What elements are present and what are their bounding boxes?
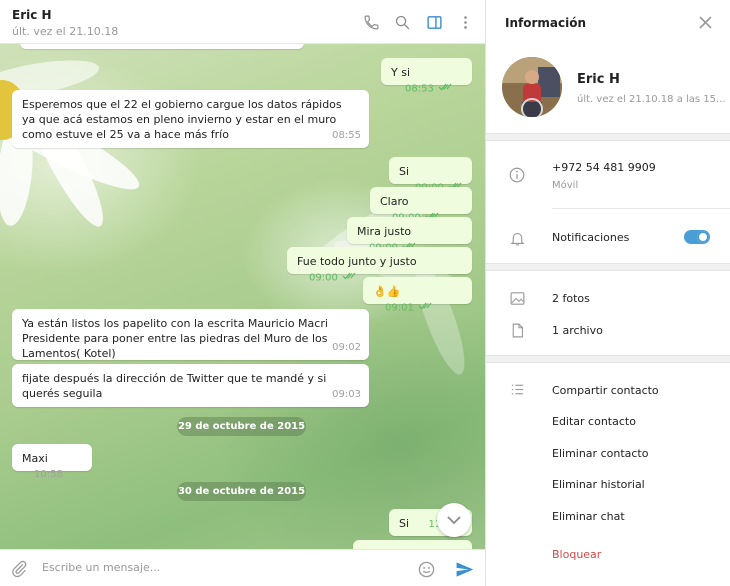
- message-text: Fue todo junto y justo: [297, 255, 417, 268]
- profile-name: Eric H: [577, 72, 620, 87]
- date-separator: 30 de octubre de 2015: [177, 482, 306, 501]
- message-text: Y si: [391, 66, 411, 79]
- phone-icon[interactable]: [361, 12, 381, 32]
- message-text: Claro: [380, 195, 409, 208]
- notifications-toggle[interactable]: [684, 230, 710, 244]
- message-time: 09:01: [385, 300, 432, 316]
- date-separator: 29 de octubre de 2015: [177, 417, 306, 436]
- message-text: Esperemos que el 22 el gobierno cargue l…: [22, 98, 342, 141]
- message-text: fijate después la dirección de Twitter q…: [22, 372, 327, 400]
- chat-panel: Eric H últ. vez el 21.10.18 Y si 08:53 E…: [0, 0, 485, 586]
- edit-contact-button[interactable]: Editar contacto: [552, 415, 636, 428]
- message-bubble-partial[interactable]: [20, 44, 304, 49]
- message-outgoing[interactable]: Si 09:00: [389, 157, 472, 193]
- message-incoming[interactable]: Esperemos que el 22 el gobierno cargue l…: [12, 90, 369, 148]
- more-options-icon[interactable]: [455, 12, 475, 32]
- message-outgoing-partial[interactable]: [353, 540, 472, 549]
- profile-status: últ. vez el 21.10.18 a las 15...: [577, 94, 725, 105]
- scroll-down-button[interactable]: [437, 503, 471, 537]
- message-input[interactable]: Escribe un mensaje...: [42, 561, 160, 574]
- emoji-icon[interactable]: [416, 559, 436, 579]
- toggle-knob: [697, 231, 709, 243]
- shared-files[interactable]: 1 archivo: [552, 324, 603, 337]
- message-time: 08:53: [405, 81, 452, 97]
- message-outgoing[interactable]: Fue todo junto y justo 09:00: [287, 247, 472, 283]
- double-check-icon: [438, 81, 452, 96]
- chat-contact-status: últ. vez el 21.10.18: [12, 25, 119, 38]
- section-divider: [486, 263, 730, 271]
- section-divider: [486, 355, 730, 363]
- info-panel-title: Información: [505, 16, 587, 30]
- message-incoming[interactable]: Ya están listos los papelito con la escr…: [12, 309, 369, 360]
- photo-icon: [507, 288, 527, 308]
- shared-photos[interactable]: 2 fotos: [552, 292, 590, 305]
- message-text: Maxi: [22, 452, 48, 465]
- file-icon: [507, 320, 527, 340]
- message-time-text: 09:00: [309, 272, 338, 283]
- message-time-text: 09:01: [385, 302, 414, 313]
- double-check-icon: [342, 270, 356, 285]
- clear-history-button[interactable]: Eliminar historial: [552, 478, 645, 491]
- message-time: 09:02: [332, 342, 361, 353]
- message-text: Ya están listos los papelito con la escr…: [22, 317, 328, 360]
- message-outgoing[interactable]: Mira justo 09:00: [347, 217, 472, 253]
- send-icon[interactable]: [454, 559, 474, 579]
- search-icon[interactable]: [392, 12, 412, 32]
- message-time: 09:00: [309, 270, 356, 286]
- message-time-text: 08:53: [405, 83, 434, 94]
- info-icon: [507, 165, 527, 185]
- bell-icon: [507, 228, 527, 248]
- message-text: Si: [399, 165, 410, 178]
- notifications-label: Notificaciones: [552, 231, 630, 244]
- message-text: Si: [399, 517, 410, 530]
- share-contact-button[interactable]: Compartir contacto: [552, 384, 659, 397]
- chat-wallpaper: Y si 08:53 Esperemos que el 22 el gobier…: [0, 44, 485, 549]
- chat-header: Eric H últ. vez el 21.10.18: [0, 0, 485, 44]
- delete-chat-button[interactable]: Eliminar chat: [552, 510, 625, 523]
- message-outgoing[interactable]: Claro 09:00: [370, 187, 472, 223]
- message-composer: Escribe un mensaje...: [0, 549, 485, 586]
- section-divider: [486, 133, 730, 141]
- phone-number[interactable]: +972 54 481 9909: [552, 161, 656, 174]
- double-check-icon: [418, 300, 432, 315]
- close-icon[interactable]: [696, 13, 714, 31]
- list-icon: [507, 379, 527, 399]
- message-incoming[interactable]: fijate después la dirección de Twitter q…: [12, 364, 369, 407]
- contact-info-panel: Información Eric H últ. vez el 21.10.18 …: [485, 0, 730, 586]
- message-emoji: 👌👍: [373, 285, 401, 298]
- message-text: Mira justo: [357, 225, 412, 238]
- message-time: 08:55: [332, 130, 361, 141]
- message-outgoing[interactable]: Y si 08:53: [381, 58, 472, 94]
- message-time: 10:58: [34, 469, 63, 480]
- avatar[interactable]: [502, 57, 562, 117]
- message-outgoing[interactable]: 👌👍 09:01: [363, 277, 472, 313]
- chevron-down-icon: [447, 515, 461, 524]
- chat-contact-name[interactable]: Eric H: [12, 8, 52, 22]
- delete-contact-button[interactable]: Eliminar contacto: [552, 447, 648, 460]
- sidebar-toggle-icon[interactable]: [424, 12, 444, 32]
- phone-label: Móvil: [552, 180, 579, 191]
- attach-icon[interactable]: [9, 559, 29, 579]
- message-time: 09:03: [332, 389, 361, 400]
- divider: [552, 208, 730, 209]
- message-incoming[interactable]: Maxi 10:58: [12, 444, 92, 480]
- block-user-button[interactable]: Bloquear: [552, 548, 601, 561]
